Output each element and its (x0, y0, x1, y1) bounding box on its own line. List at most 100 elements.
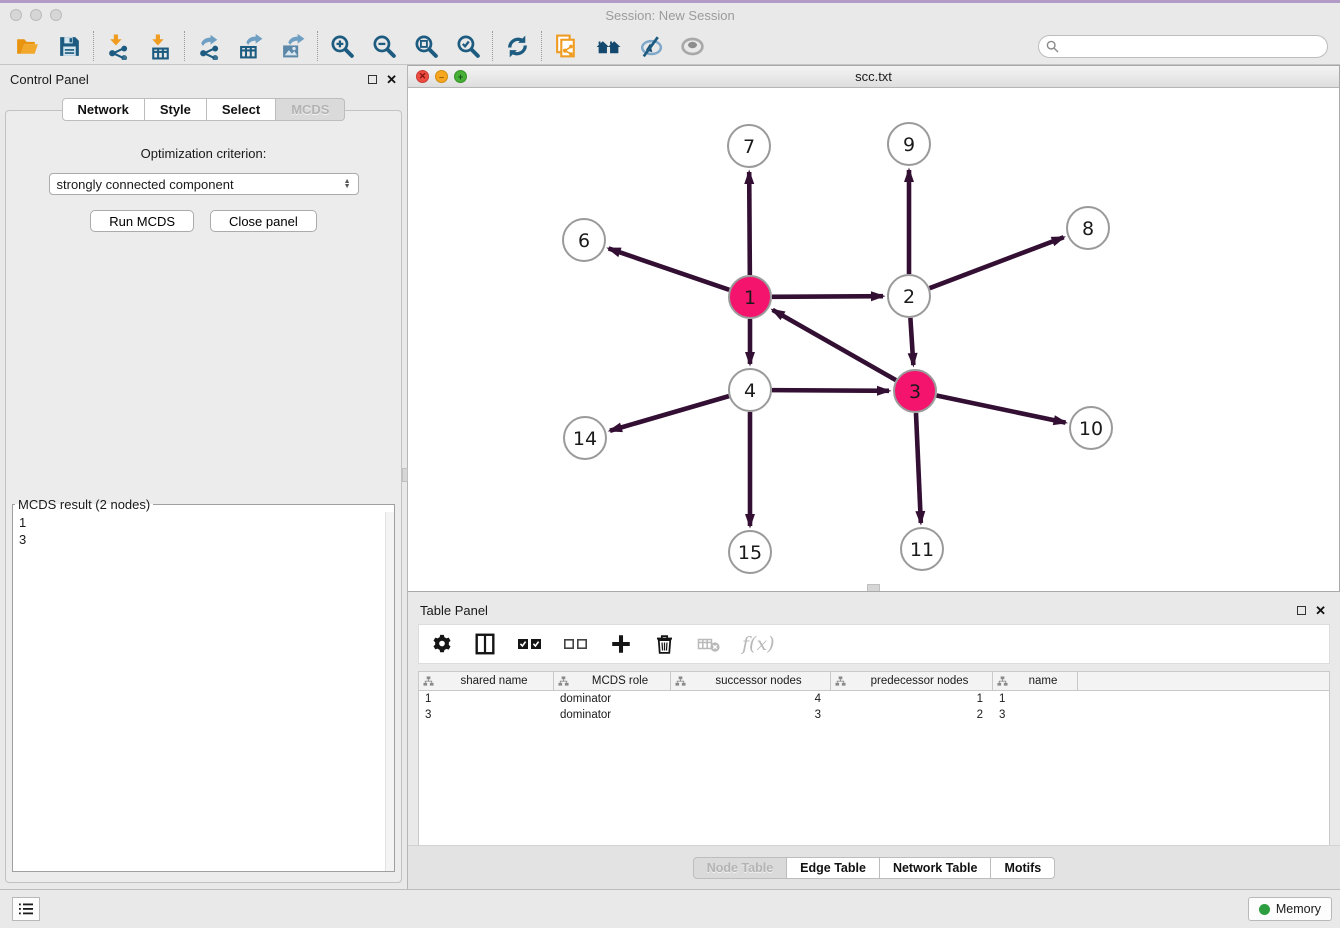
import-table-icon[interactable] (145, 31, 175, 61)
create-column-plus-icon[interactable] (609, 632, 633, 656)
show-hidden-icon[interactable] (677, 31, 707, 61)
graph-node-9[interactable]: 9 (888, 123, 930, 165)
float-table-panel-icon[interactable] (1297, 606, 1306, 615)
network-window-title: scc.txt (408, 69, 1339, 84)
graph-edge-3-11[interactable] (916, 413, 921, 523)
graph-node-15[interactable]: 15 (729, 531, 771, 573)
graph-node-1[interactable]: 1 (729, 276, 771, 318)
tab-style[interactable]: Style (145, 98, 207, 121)
column-header-shared-name[interactable]: shared name (419, 672, 554, 690)
delete-column-trash-icon[interactable] (653, 633, 676, 656)
run-mcds-button[interactable]: Run MCDS (90, 210, 194, 232)
column-header-predecessor-nodes[interactable]: predecessor nodes (831, 672, 993, 690)
svg-text:2: 2 (903, 286, 915, 308)
tab-network[interactable]: Network (62, 98, 145, 121)
table-row[interactable]: 1dominator411 (419, 691, 1329, 707)
graph-node-8[interactable]: 8 (1067, 207, 1109, 249)
graph-edge-2-3[interactable] (910, 318, 913, 365)
graph-edge-1-2[interactable] (772, 296, 883, 297)
network-maximize-icon[interactable]: + (454, 70, 467, 83)
graph-node-11[interactable]: 11 (901, 528, 943, 570)
table-tab-network-table[interactable]: Network Table (880, 857, 992, 879)
control-panel-tabs: NetworkStyleSelectMCDS (0, 98, 407, 121)
graph-edge-3-10[interactable] (937, 396, 1066, 423)
graph-edge-2-8[interactable] (930, 237, 1064, 288)
close-panel-button[interactable]: Close panel (210, 210, 317, 232)
column-panel-icon[interactable] (473, 632, 497, 656)
graph-edge-4-14[interactable] (610, 396, 729, 431)
apply-layout-icon[interactable] (502, 31, 532, 61)
table-tab-edge-table[interactable]: Edge Table (787, 857, 880, 879)
graph-node-7[interactable]: 7 (728, 125, 770, 167)
graph-node-2[interactable]: 2 (888, 275, 930, 317)
deselect-all-columns-icon[interactable] (563, 635, 589, 653)
zoom-fit-icon[interactable] (411, 31, 441, 61)
table-cell: 4 (671, 693, 831, 705)
column-header-name[interactable]: name (993, 672, 1078, 690)
table-settings-gear-icon[interactable] (431, 633, 453, 655)
open-session-icon[interactable] (12, 31, 42, 61)
table-tab-motifs[interactable]: Motifs (991, 857, 1055, 879)
graph-edge-1-6[interactable] (609, 248, 730, 289)
network-close-icon[interactable]: ✕ (416, 70, 429, 83)
import-network-icon[interactable] (103, 31, 133, 61)
table-cell: 3 (671, 709, 831, 721)
graph-node-4[interactable]: 4 (729, 369, 771, 411)
close-table-panel-icon[interactable]: ✕ (1315, 606, 1326, 615)
column-header-successor-nodes[interactable]: successor nodes (671, 672, 831, 690)
mcds-result-list: 1 3 (19, 514, 384, 869)
window-title: Session: New Session (0, 8, 1340, 23)
network-canvas[interactable]: 7 9 6 8 1 2 4 3 14 10 15 11 (408, 88, 1339, 591)
main-toolbar (0, 28, 1340, 65)
hide-selected-icon[interactable] (635, 31, 665, 61)
table-panel: Table Panel ✕ (408, 598, 1340, 889)
graph-node-10[interactable]: 10 (1070, 407, 1112, 449)
select-all-columns-icon[interactable] (517, 635, 543, 653)
task-history-list-icon[interactable] (12, 897, 40, 921)
toolbar-separator (541, 31, 542, 61)
control-panel-title: Control Panel (10, 72, 89, 87)
float-panel-icon[interactable] (368, 75, 377, 84)
table-row[interactable]: 3dominator323 (419, 707, 1329, 723)
tab-mcds[interactable]: MCDS (276, 98, 345, 121)
table-cell: dominator (554, 709, 671, 721)
table-cell: 1 (993, 693, 1078, 705)
table-tabs: Node TableEdge TableNetwork TableMotifs (693, 857, 1056, 879)
graph-node-3[interactable]: 3 (894, 370, 936, 412)
close-window-icon[interactable] (10, 9, 22, 21)
graph-edge-3-1[interactable] (773, 310, 896, 380)
canvas-splitter-handle[interactable] (867, 584, 880, 591)
table-tab-node-table[interactable]: Node Table (693, 857, 787, 879)
graph-edge-1-7[interactable] (749, 172, 750, 275)
control-panel: Control Panel ✕ NetworkStyleSelectMCDS O… (0, 65, 408, 889)
memory-button[interactable]: Memory (1248, 897, 1332, 921)
table-cell: 2 (831, 709, 993, 721)
zoom-selected-icon[interactable] (453, 31, 483, 61)
show-all-nodes-icon[interactable] (593, 31, 623, 61)
zoom-window-icon[interactable] (50, 9, 62, 21)
node-table[interactable]: shared nameMCDS rolesuccessor nodesprede… (418, 671, 1330, 849)
svg-text:4: 4 (744, 380, 756, 402)
search-input[interactable] (1038, 35, 1328, 58)
optimization-criterion-select[interactable]: strongly connected component ▲▼ (49, 173, 359, 195)
export-image-icon[interactable] (278, 31, 308, 61)
panel-splitter-handle[interactable] (402, 468, 408, 482)
zoom-out-icon[interactable] (369, 31, 399, 61)
export-network-icon[interactable] (194, 31, 224, 61)
tab-select[interactable]: Select (207, 98, 276, 121)
result-scrollbar[interactable] (385, 512, 394, 871)
close-panel-icon[interactable]: ✕ (386, 75, 397, 84)
app-window: Session: New Session (0, 0, 1340, 926)
graph-node-14[interactable]: 14 (564, 417, 606, 459)
export-table-icon[interactable] (236, 31, 266, 61)
column-header-MCDS-role[interactable]: MCDS role (554, 672, 671, 690)
save-session-icon[interactable] (54, 31, 84, 61)
search-icon (1046, 40, 1059, 58)
zoom-in-icon[interactable] (327, 31, 357, 61)
minimize-window-icon[interactable] (30, 9, 42, 21)
network-minimize-icon[interactable]: – (435, 70, 448, 83)
graph-edge-4-3[interactable] (772, 390, 889, 391)
graph-node-6[interactable]: 6 (563, 219, 605, 261)
duplicate-network-icon[interactable] (551, 31, 581, 61)
network-view-window: ✕ – + scc.txt 7 9 6 8 1 2 4 3 14 10 15 11 (408, 65, 1340, 592)
